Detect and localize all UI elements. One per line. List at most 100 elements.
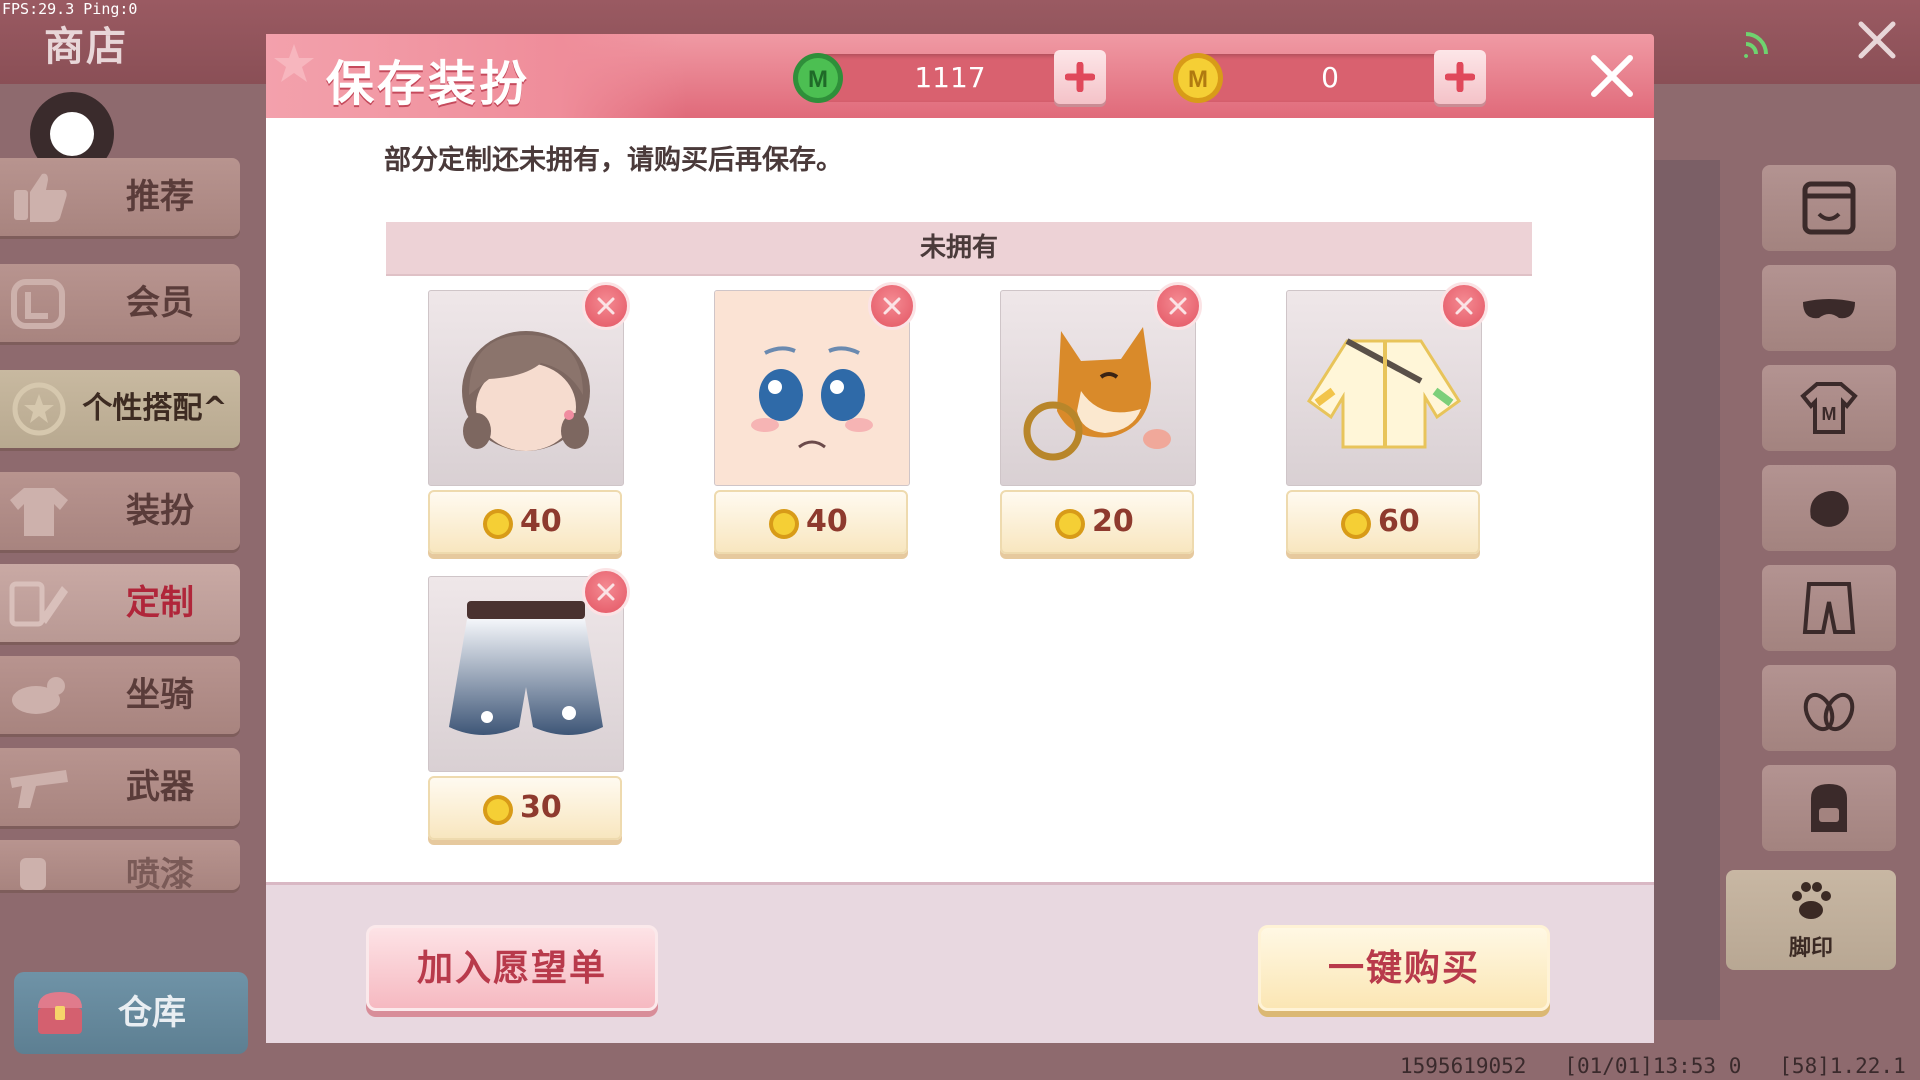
remove-item-button[interactable] bbox=[582, 282, 630, 330]
notice-text: 部分定制还未拥有，请购买后再保存。 bbox=[384, 145, 843, 176]
add-coin-button[interactable] bbox=[1434, 50, 1486, 104]
item-price: 40 bbox=[520, 504, 562, 539]
warehouse-label: 仓库 bbox=[118, 993, 186, 1033]
remove-item-button[interactable] bbox=[1440, 282, 1488, 330]
dialog-body: 部分定制还未拥有，请购买后再保存。 未拥有 40 40 20 60 30 bbox=[266, 118, 1654, 882]
sidebar-item-label: 会员 bbox=[126, 283, 194, 323]
paw-icon bbox=[1792, 882, 1831, 919]
plus-icon bbox=[1065, 62, 1095, 92]
close-icon bbox=[597, 297, 615, 315]
dialog-footer: 加入愿望单 一键购买 bbox=[266, 882, 1654, 1043]
shirt-icon: M bbox=[1800, 382, 1858, 434]
face-icon bbox=[1802, 181, 1856, 235]
item-price: 30 bbox=[520, 790, 562, 825]
close-icon bbox=[597, 583, 615, 601]
category-gloves-button[interactable] bbox=[1762, 465, 1896, 551]
sidebar-item-label: 坐骑 bbox=[126, 675, 194, 715]
category-top-button[interactable]: M bbox=[1762, 365, 1896, 451]
treasure-chest-icon bbox=[38, 992, 82, 1034]
gold-coin-icon bbox=[1055, 509, 1085, 539]
category-footprint-button[interactable]: 脚印 bbox=[1726, 870, 1896, 970]
category-mask-button[interactable] bbox=[1762, 265, 1896, 351]
item-price: 60 bbox=[1378, 504, 1420, 539]
remove-item-button[interactable] bbox=[582, 568, 630, 616]
footprint-label: 脚印 bbox=[1788, 936, 1833, 961]
svg-text:M: M bbox=[1822, 404, 1837, 424]
item-price: 20 bbox=[1092, 504, 1134, 539]
mount-icon bbox=[12, 677, 65, 714]
svg-text:M: M bbox=[808, 66, 828, 93]
gem-balance: M 1117 bbox=[793, 50, 1106, 104]
price-tag: 20 bbox=[1000, 490, 1194, 554]
save-outfit-dialog: 保存装扮 M 1117 M 0 部分定制还未拥有，请购买后再保存。 未拥有 40… bbox=[266, 34, 1654, 1043]
gun-icon bbox=[10, 770, 68, 808]
sidebar-item-customize[interactable]: 定制 bbox=[0, 564, 240, 642]
mask-icon bbox=[1803, 299, 1855, 319]
gold-coin-icon bbox=[1341, 509, 1371, 539]
close-icon bbox=[1455, 297, 1473, 315]
price-tag: 60 bbox=[1286, 490, 1480, 554]
coin-balance: M 0 bbox=[1173, 50, 1486, 104]
preview-panel bbox=[1650, 160, 1720, 1020]
wifi-icon bbox=[1744, 32, 1768, 58]
wishlist-label: 加入愿望单 bbox=[416, 948, 607, 989]
svg-text:M: M bbox=[1188, 66, 1208, 93]
gem-amount: 1117 bbox=[914, 61, 986, 94]
sidebar-item-recommend[interactable]: 推荐 bbox=[0, 158, 240, 236]
vip-icon bbox=[11, 279, 65, 329]
shop-title: 商店 bbox=[44, 24, 128, 70]
sidebar-item-label: 喷漆 bbox=[126, 855, 194, 895]
price-tag: 30 bbox=[428, 776, 622, 840]
dialog-title: 保存装扮 bbox=[326, 56, 531, 112]
thumbs-up-icon bbox=[14, 173, 67, 222]
warehouse-button[interactable]: 仓库 bbox=[14, 972, 248, 1054]
category-backpack-button[interactable] bbox=[1762, 765, 1896, 851]
category-pants-button[interactable] bbox=[1762, 565, 1896, 651]
sidebar-item-style-match[interactable]: 个性搭配^ bbox=[0, 370, 240, 448]
remove-item-button[interactable] bbox=[868, 282, 916, 330]
buy-all-button[interactable]: 一键购买 bbox=[1258, 925, 1550, 1011]
sidebar-item-vip[interactable]: 会员 bbox=[0, 264, 240, 342]
gold-coin-icon bbox=[483, 509, 513, 539]
gem-coin-icon: M bbox=[793, 53, 843, 103]
pants-icon bbox=[1802, 582, 1856, 634]
close-icon[interactable] bbox=[1586, 50, 1638, 102]
backpack-icon bbox=[1811, 784, 1847, 832]
shoes-icon bbox=[1803, 692, 1855, 732]
sidebar-item-mount[interactable]: 坐骑 bbox=[0, 656, 240, 734]
sidebar-item-label: 推荐 bbox=[126, 177, 194, 217]
remove-item-button[interactable] bbox=[1154, 282, 1202, 330]
sidebar-item-label: 定制 bbox=[126, 583, 194, 623]
add-gem-button[interactable] bbox=[1054, 50, 1106, 104]
sidebar-item-label: 个性搭配^ bbox=[82, 391, 228, 426]
sidebar-item-outfit[interactable]: 装扮 bbox=[0, 472, 240, 550]
customize-icon bbox=[9, 581, 68, 627]
star-badge-icon bbox=[12, 382, 66, 436]
item-price: 40 bbox=[806, 504, 848, 539]
spray-icon bbox=[20, 858, 46, 890]
category-shoes-button[interactable] bbox=[1762, 665, 1896, 751]
close-icon bbox=[1169, 297, 1187, 315]
sidebar-item-weapon[interactable]: 武器 bbox=[0, 748, 240, 826]
category-face-button[interactable] bbox=[1762, 165, 1896, 251]
gloves-icon bbox=[1810, 491, 1849, 527]
shirt-icon bbox=[10, 488, 68, 536]
section-header: 未拥有 bbox=[386, 222, 1532, 276]
coin-amount: 0 bbox=[1321, 61, 1339, 94]
section-title: 未拥有 bbox=[919, 233, 998, 263]
gold-coin-icon bbox=[769, 509, 799, 539]
gold-coin-icon: M bbox=[1173, 53, 1223, 103]
price-tag: 40 bbox=[428, 490, 622, 554]
sidebar-item-label: 武器 bbox=[126, 767, 194, 807]
close-icon bbox=[883, 297, 901, 315]
close-icon[interactable] bbox=[1855, 18, 1899, 62]
dialog-header: 保存装扮 M 1117 M 0 bbox=[266, 34, 1654, 118]
buy-all-label: 一键购买 bbox=[1327, 948, 1480, 989]
price-tag: 40 bbox=[714, 490, 908, 554]
plus-icon bbox=[1445, 62, 1475, 92]
star-icon bbox=[274, 44, 314, 82]
status-line: 1595619052 [01/01]13:53 0 [58]1.22.1 bbox=[1400, 1054, 1906, 1078]
gold-coin-icon bbox=[483, 795, 513, 825]
add-to-wishlist-button[interactable]: 加入愿望单 bbox=[366, 925, 658, 1011]
sidebar-item-spray[interactable]: 喷漆 bbox=[0, 840, 240, 895]
